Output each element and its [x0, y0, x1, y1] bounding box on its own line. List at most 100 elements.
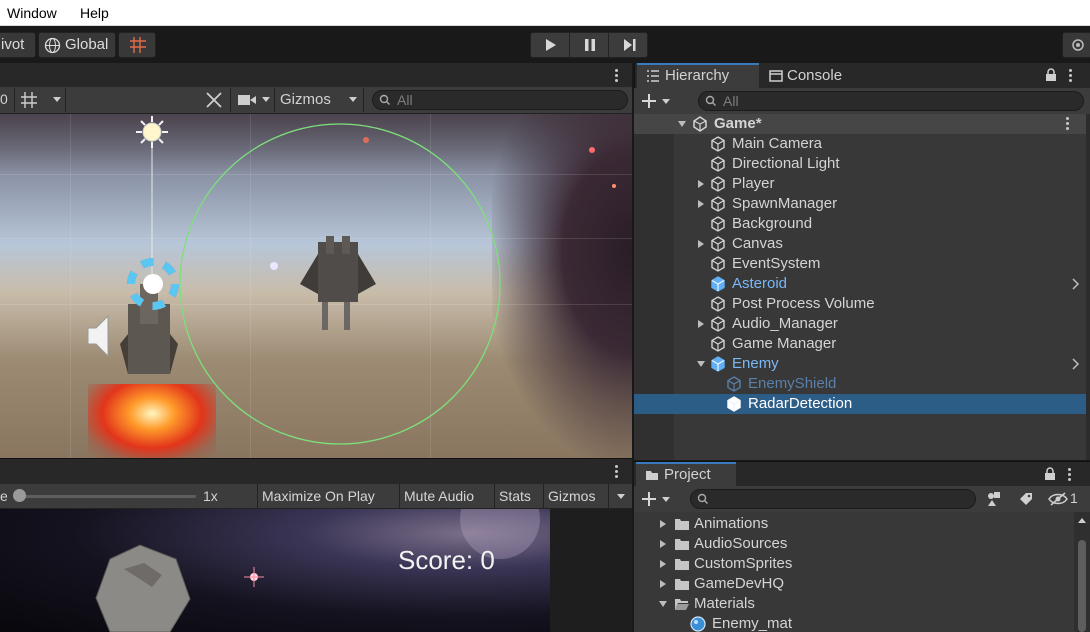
- expanded-arrow-icon[interactable]: [696, 359, 706, 369]
- folder-icon: [675, 579, 689, 590]
- label-tag-icon[interactable]: [1018, 491, 1034, 507]
- lock-icon[interactable]: [1044, 467, 1056, 481]
- game-menu-icon[interactable]: [615, 465, 618, 480]
- tab-hierarchy[interactable]: Hierarchy: [637, 63, 759, 88]
- hierarchy-toolbar: All: [634, 88, 1090, 114]
- collapsed-arrow-icon[interactable]: [696, 319, 706, 329]
- scene-menu-icon[interactable]: [615, 69, 618, 84]
- hidden-eye-icon[interactable]: [1048, 492, 1068, 506]
- scene-search-placeholder: All: [397, 92, 413, 108]
- global-toggle[interactable]: Global: [38, 32, 116, 58]
- player-ship[interactable]: [120, 284, 178, 374]
- hierarchy-item[interactable]: Audio_Manager: [634, 314, 1086, 334]
- scale-slider-handle[interactable]: [13, 489, 26, 502]
- project-folder[interactable]: Materials: [634, 594, 1086, 614]
- scene-viewport[interactable]: [0, 114, 632, 458]
- hierarchy-item[interactable]: Enemy: [634, 354, 1086, 374]
- hierarchy-menu-icon[interactable]: [1069, 69, 1072, 84]
- tab-project-label: Project: [664, 466, 711, 483]
- collapsed-arrow-icon[interactable]: [658, 519, 668, 529]
- game-gizmos-toggle[interactable]: Gizmos: [543, 484, 599, 509]
- grid-toggle[interactable]: [14, 88, 66, 112]
- hierarchy-scrollbar[interactable]: [1086, 114, 1090, 460]
- mute-audio-toggle[interactable]: Mute Audio: [399, 484, 478, 509]
- hierarchy-item[interactable]: Game Manager: [634, 334, 1086, 354]
- expanded-arrow-icon[interactable]: [658, 599, 668, 609]
- scroll-up-icon[interactable]: [1077, 516, 1087, 524]
- project-search-input[interactable]: [690, 489, 976, 509]
- project-folder[interactable]: AudioSources: [634, 534, 1086, 554]
- audio-gizmo-icon[interactable]: [87, 314, 109, 358]
- project-folder[interactable]: GameDevHQ: [634, 574, 1086, 594]
- hierarchy-item-label: EnemyShield: [748, 375, 837, 392]
- hierarchy-item[interactable]: Player: [634, 174, 1086, 194]
- hierarchy-item[interactable]: Asteroid: [634, 274, 1086, 294]
- menu-window[interactable]: Window: [7, 5, 57, 21]
- stats-toggle[interactable]: Stats: [494, 484, 535, 509]
- hierarchy-item[interactable]: Directional Light: [634, 154, 1086, 174]
- gameobject-icon: [710, 176, 726, 192]
- scale-value: 1x: [203, 488, 218, 504]
- project-scrollbar-track[interactable]: [1074, 512, 1090, 632]
- list-icon: [647, 70, 659, 82]
- pause-button[interactable]: [569, 32, 609, 58]
- camera-toggle[interactable]: [230, 88, 274, 112]
- collapsed-arrow-icon[interactable]: [658, 559, 668, 569]
- cloud-button[interactable]: [1062, 32, 1090, 58]
- enemy-ship[interactable]: [300, 236, 376, 330]
- hierarchy-item[interactable]: Canvas: [634, 234, 1086, 254]
- hierarchy-tree: Game* Main Camera Directional Light Player…: [634, 114, 1090, 460]
- pivot-toggle[interactable]: ivot: [0, 32, 36, 58]
- gameobject-icon: [710, 216, 726, 232]
- collapsed-arrow-icon[interactable]: [696, 239, 706, 249]
- hierarchy-item[interactable]: Post Process Volume: [634, 294, 1086, 314]
- search-icon: [379, 94, 390, 105]
- hierarchy-item[interactable]: SpawnManager: [634, 194, 1086, 214]
- collapsed-arrow-icon[interactable]: [696, 199, 706, 209]
- collapsed-arrow-icon[interactable]: [658, 579, 668, 589]
- create-dropdown[interactable]: [640, 91, 676, 111]
- hierarchy-search-input[interactable]: All: [698, 91, 1084, 111]
- expanded-arrow-icon[interactable]: [677, 119, 687, 129]
- project-asset[interactable]: Enemy_mat: [634, 614, 1086, 632]
- pivot-label: ivot: [1, 36, 25, 53]
- hierarchy-item[interactable]: RadarDetection: [634, 394, 1086, 414]
- hierarchy-item[interactable]: EnemyShield: [634, 374, 1086, 394]
- tab-console[interactable]: Console: [767, 63, 867, 88]
- open-prefab-chevron-icon[interactable]: [1072, 358, 1080, 370]
- project-folder[interactable]: Animations: [634, 514, 1086, 534]
- project-create-dropdown[interactable]: [640, 489, 676, 509]
- hierarchy-item-label: Directional Light: [732, 155, 840, 172]
- light-gizmo-icon[interactable]: [136, 116, 168, 148]
- hierarchy-item-label: Audio_Manager: [732, 315, 838, 332]
- scene-search-input[interactable]: All: [372, 90, 628, 110]
- lock-icon[interactable]: [1045, 68, 1057, 82]
- scene-row-menu-icon[interactable]: [1066, 117, 1069, 132]
- play-button[interactable]: [530, 32, 570, 58]
- menu-help[interactable]: Help: [80, 5, 109, 21]
- game-gizmos-dropdown[interactable]: [608, 484, 632, 509]
- tab-project[interactable]: Project: [636, 462, 736, 487]
- tools-icon[interactable]: [205, 91, 223, 109]
- project-folder-label: Materials: [694, 595, 755, 612]
- scale-slider-track[interactable]: [18, 495, 196, 498]
- game-tab-header: [0, 458, 632, 484]
- collapsed-arrow-icon[interactable]: [696, 179, 706, 189]
- snap-toggle[interactable]: [118, 32, 156, 58]
- hierarchy-item[interactable]: Background: [634, 214, 1086, 234]
- maximize-on-play-toggle[interactable]: Maximize On Play: [257, 484, 379, 509]
- open-prefab-chevron-icon[interactable]: [1072, 278, 1080, 290]
- scene-root-row[interactable]: Game*: [634, 114, 1086, 134]
- project-menu-icon[interactable]: [1068, 468, 1071, 483]
- open-folder-icon: [675, 599, 689, 610]
- hierarchy-item[interactable]: EventSystem: [634, 254, 1086, 274]
- project-folder[interactable]: CustomSprites: [634, 554, 1086, 574]
- game-viewport[interactable]: Score: 0: [0, 509, 550, 632]
- project-scrollbar-thumb[interactable]: [1078, 540, 1086, 632]
- step-button[interactable]: [608, 32, 648, 58]
- global-label: Global: [65, 36, 109, 53]
- hierarchy-item[interactable]: Main Camera: [634, 134, 1086, 154]
- collapsed-arrow-icon[interactable]: [658, 539, 668, 549]
- gizmos-dropdown[interactable]: Gizmos: [274, 88, 364, 112]
- filter-by-type-icon[interactable]: [986, 491, 1002, 507]
